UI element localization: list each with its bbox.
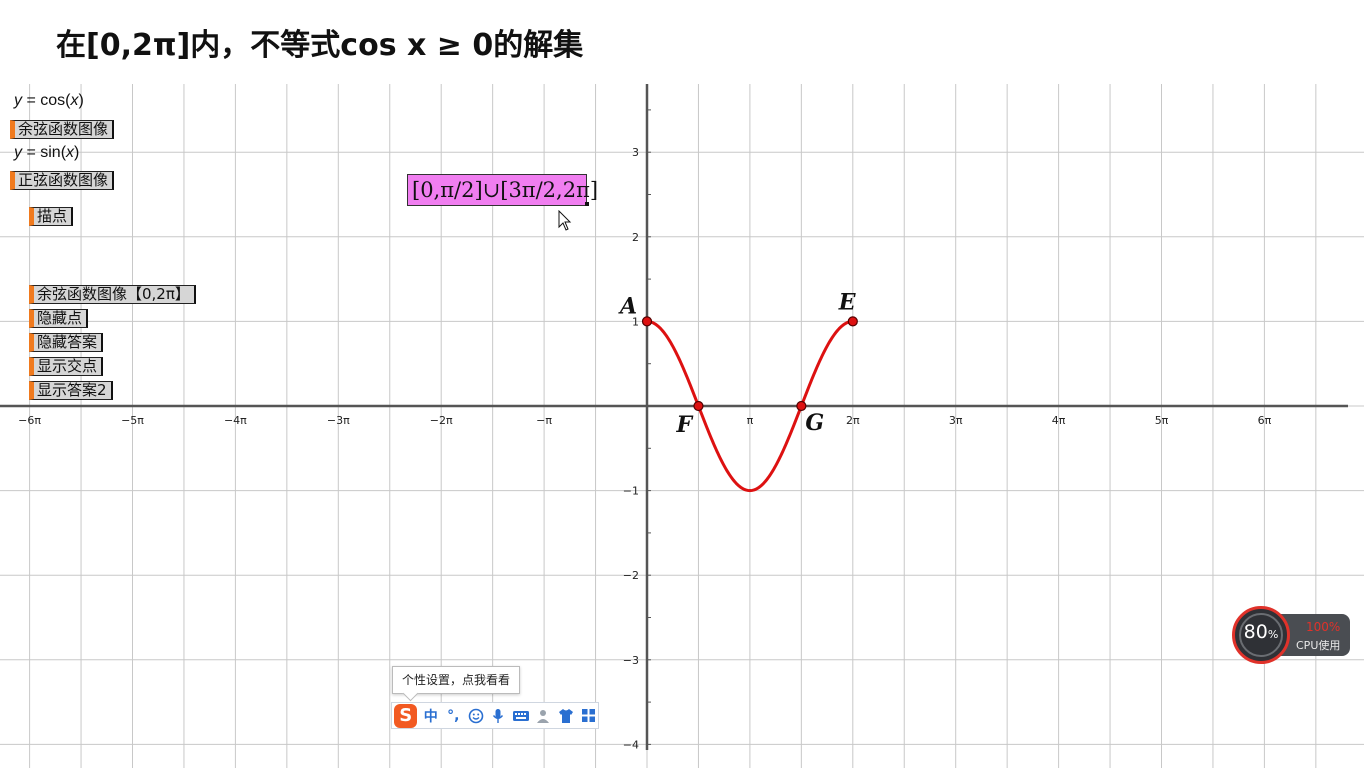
ime-mode-toggle[interactable]: 中 <box>421 706 440 726</box>
x-tick-label: −5π <box>121 414 144 427</box>
cpu-load: 100% <box>1306 620 1341 634</box>
mouse-cursor-icon <box>558 210 572 231</box>
show-intersections-button[interactable]: 显示交点 <box>29 357 104 376</box>
x-tick-label: 3π <box>949 414 963 427</box>
x-tick-label: −2π <box>430 414 453 427</box>
ime-punctuation-toggle[interactable]: °, <box>444 706 463 726</box>
eq-var: y <box>14 92 22 109</box>
ime-tooltip: 个性设置，点我看看 <box>392 666 520 694</box>
cpu-percent-unit: % <box>1267 628 1279 641</box>
x-tick-label: 5π <box>1155 414 1169 427</box>
point-label-F: F <box>675 412 693 438</box>
cpu-caption: CPU使用 <box>1296 639 1341 652</box>
x-tick-label: −6π <box>18 414 41 427</box>
answer-textbox[interactable]: [0,π/2]∪[3π/2,2π] <box>407 174 598 206</box>
user-icon[interactable] <box>534 706 553 726</box>
eq-close: ) <box>74 144 80 161</box>
ime-toolbar[interactable]: S 中 °, <box>391 702 599 729</box>
sogou-logo-icon[interactable]: S <box>394 703 418 728</box>
x-tick-label: 2π <box>846 414 860 427</box>
hide-answer-button[interactable]: 隐藏答案 <box>29 333 104 352</box>
point-label-G: G <box>805 410 824 436</box>
eq-close: ) <box>78 92 84 109</box>
emoji-icon[interactable] <box>467 706 486 726</box>
eq-body: = sin( <box>22 144 67 161</box>
x-tick-label: −π <box>536 414 552 427</box>
page-title: 在[0,2π]内，不等式cos x ≥ 0的解集 <box>56 28 584 63</box>
y-tick-label: −1 <box>623 485 639 498</box>
hide-points-button[interactable]: 隐藏点 <box>29 309 89 328</box>
cos-graph-interval-button[interactable]: 余弦函数图像【0,2π】 <box>29 285 196 304</box>
microphone-icon[interactable] <box>489 706 508 726</box>
point-label-E: E <box>838 289 857 315</box>
y-tick-label: 2 <box>632 231 639 244</box>
sin-equation[interactable]: y = sin(x) <box>14 144 79 162</box>
graph-canvas[interactable]: −6π −5π −4π −3π −2π −π π 2π 3π 4π 5π 6π321−1−2−3−4 … <box>0 0 1364 768</box>
eq-body: = cos( <box>22 92 71 109</box>
skin-icon[interactable] <box>557 706 576 726</box>
point-label-A: A <box>618 293 637 319</box>
y-tick-label: −4 <box>623 738 639 751</box>
keyboard-icon[interactable] <box>512 706 531 726</box>
x-tick-label: 4π <box>1052 414 1066 427</box>
apps-icon[interactable] <box>579 706 598 726</box>
eq-var: y <box>14 144 22 161</box>
resize-handle[interactable] <box>585 202 589 206</box>
cpu-usage-widget[interactable]: 80% 100% CPU使用 <box>1232 606 1350 664</box>
x-tick-label: −3π <box>327 414 350 427</box>
eq-arg: x <box>66 144 75 161</box>
cos-equation[interactable]: y = cos(x) <box>14 92 84 110</box>
point-F[interactable] <box>693 400 704 412</box>
plot-points-button[interactable]: 描点 <box>29 207 74 226</box>
show-answer2-button[interactable]: 显示答案2 <box>29 381 113 400</box>
sin-graph-button[interactable]: 正弦函数图像 <box>10 171 115 190</box>
y-tick-label: −2 <box>623 569 639 582</box>
x-tick-label: π <box>747 414 754 427</box>
y-tick-label: −3 <box>623 654 639 667</box>
y-tick-label: 3 <box>632 146 639 159</box>
cos-graph-button[interactable]: 余弦函数图像 <box>10 120 115 139</box>
axes <box>0 84 1348 750</box>
cpu-percent-value: 80 <box>1243 621 1268 643</box>
point-A[interactable] <box>641 316 653 327</box>
x-tick-label: −4π <box>224 414 247 427</box>
x-tick-label: 6π <box>1258 414 1272 427</box>
cpu-percent: 80% <box>1232 621 1290 643</box>
point-E[interactable] <box>847 316 858 327</box>
curve-points[interactable]: A F G E <box>618 289 858 438</box>
